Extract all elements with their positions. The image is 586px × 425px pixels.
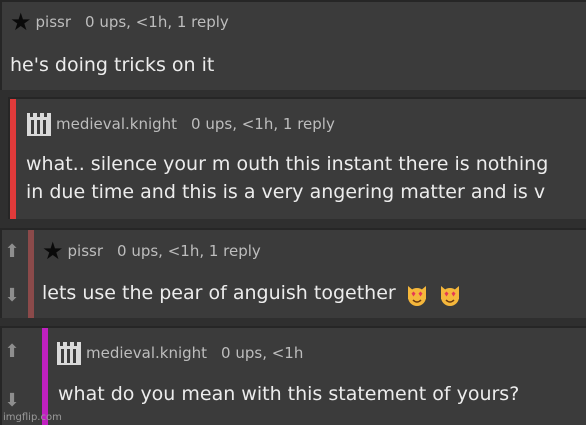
- comment-text: what do you mean with this statement of …: [58, 383, 520, 405]
- heart-eyes-cat-emoji: [440, 285, 459, 306]
- upvote-arrow-icon[interactable]: ⬆: [4, 343, 19, 361]
- username[interactable]: pissr: [68, 242, 104, 260]
- castle-icon: [27, 113, 51, 136]
- castle-icon: [57, 342, 81, 365]
- username[interactable]: medieval.knight: [86, 344, 207, 362]
- comment-text: lets use the pear of anguish together: [42, 282, 396, 304]
- comment-text-line-2: in due time and this is a very angering …: [26, 181, 546, 203]
- comment-3: ⬆ ⬇ ★ pissr 0 ups, <1h, 1 reply lets use…: [0, 228, 586, 318]
- comment-2: medieval.knight 0 ups, <1h, 1 reply what…: [8, 97, 586, 219]
- downvote-arrow-icon[interactable]: ⬇: [4, 287, 19, 305]
- comment-info: 0 ups, <1h, 1 reply: [191, 115, 335, 133]
- comment-1: ★ pissr 0 ups, <1h, 1 reply he's doing t…: [0, 0, 586, 90]
- comment-accent-bar: [10, 99, 16, 219]
- comment-text: he's doing tricks on it: [10, 54, 215, 76]
- comment-4: ⬆ ⬇ medieval.knight 0 ups, <1h what do y…: [0, 326, 586, 425]
- comment-accent-bar: [42, 328, 48, 425]
- watermark: imgflip.com: [3, 412, 62, 423]
- username[interactable]: pissr: [36, 13, 72, 31]
- upvote-arrow-icon[interactable]: ⬆: [4, 243, 19, 261]
- comment-info: 0 ups, <1h, 1 reply: [117, 242, 261, 260]
- comment-accent-bar: [28, 230, 34, 318]
- comment-info: 0 ups, <1h, 1 reply: [85, 13, 229, 31]
- heart-eyes-cat-emoji: [407, 285, 426, 306]
- star-icon: ★: [10, 8, 32, 36]
- comment-text-line-1: what.. silence your m outh this instant …: [26, 153, 549, 175]
- comment-info: 0 ups, <1h: [221, 344, 304, 362]
- star-icon: ★: [42, 237, 64, 265]
- username[interactable]: medieval.knight: [56, 115, 177, 133]
- downvote-arrow-icon[interactable]: ⬇: [4, 391, 19, 410]
